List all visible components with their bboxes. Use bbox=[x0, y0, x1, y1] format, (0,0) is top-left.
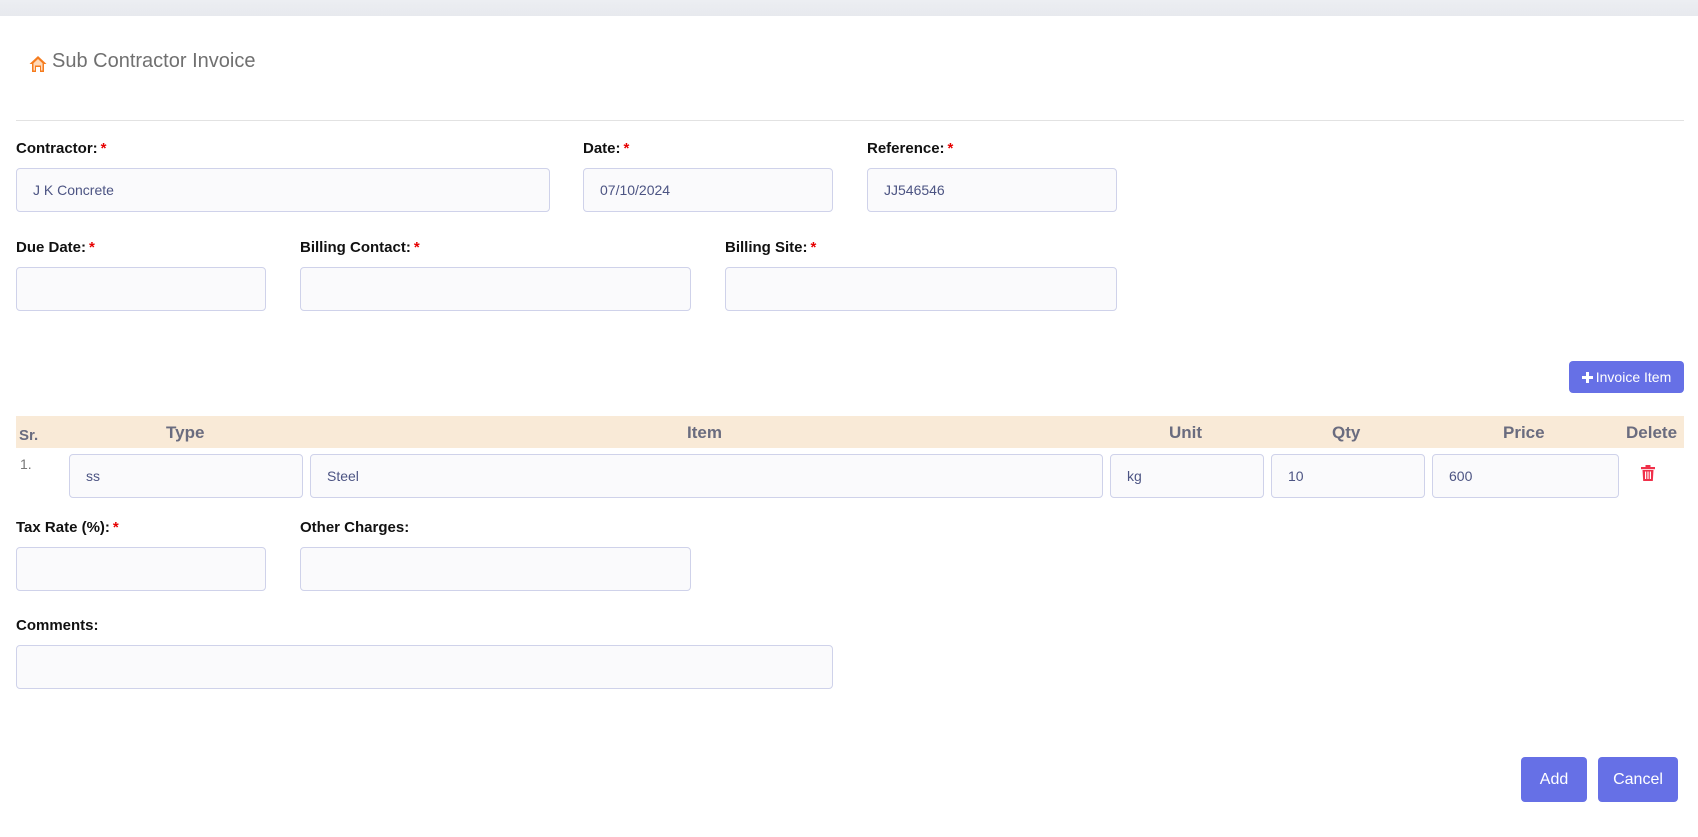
comments-label: Comments: bbox=[16, 617, 99, 634]
date-input[interactable] bbox=[583, 168, 833, 212]
billing-contact-label-text: Billing Contact: bbox=[300, 239, 411, 256]
header-divider bbox=[16, 120, 1684, 121]
tax-rate-label: Tax Rate (%): * bbox=[16, 519, 119, 536]
column-header-type: Type bbox=[166, 423, 205, 442]
row-type-input[interactable] bbox=[69, 454, 303, 498]
required-marker: * bbox=[810, 239, 817, 256]
due-date-label: Due Date: * bbox=[16, 239, 95, 256]
tax-rate-input[interactable] bbox=[16, 547, 266, 591]
row-price-input[interactable] bbox=[1432, 454, 1619, 498]
row-qty-input[interactable] bbox=[1271, 454, 1425, 498]
column-header-sr: Sr. bbox=[19, 427, 39, 444]
comments-input[interactable] bbox=[16, 645, 833, 689]
reference-input[interactable] bbox=[867, 168, 1117, 212]
plus-icon bbox=[1581, 371, 1593, 383]
trash-icon[interactable] bbox=[1641, 465, 1655, 481]
column-header-delete: Delete bbox=[1626, 423, 1678, 442]
add-invoice-item-label: Invoice Item bbox=[1595, 369, 1672, 385]
reference-label-text: Reference: bbox=[867, 140, 945, 157]
row-item-input[interactable] bbox=[310, 454, 1103, 498]
contractor-input[interactable] bbox=[16, 168, 550, 212]
top-bar bbox=[0, 0, 1698, 16]
contractor-label: Contractor: * bbox=[16, 140, 107, 157]
items-table-header: Sr. Type Item Unit Qty Price Delete bbox=[16, 416, 1684, 448]
required-marker: * bbox=[100, 140, 107, 157]
billing-site-input[interactable] bbox=[725, 267, 1117, 311]
page-title: Sub Contractor Invoice bbox=[52, 49, 256, 72]
column-header-price: Price bbox=[1503, 423, 1545, 442]
column-header-unit: Unit bbox=[1169, 423, 1203, 442]
comments-label-text: Comments: bbox=[16, 617, 99, 634]
reference-label: Reference: * bbox=[867, 140, 953, 157]
billing-contact-input[interactable] bbox=[300, 267, 691, 311]
due-date-input[interactable] bbox=[16, 267, 266, 311]
column-header-item: Item bbox=[687, 423, 722, 442]
due-date-label-text: Due Date: bbox=[16, 239, 87, 256]
other-charges-label: Other Charges: bbox=[300, 519, 409, 536]
required-marker: * bbox=[413, 239, 420, 256]
cancel-button[interactable]: Cancel bbox=[1598, 757, 1678, 802]
billing-contact-label: Billing Contact: * bbox=[300, 239, 420, 256]
date-label: Date: * bbox=[583, 140, 629, 157]
home-icon[interactable] bbox=[28, 54, 48, 74]
required-marker: * bbox=[89, 239, 95, 256]
billing-site-label-text: Billing Site: bbox=[725, 239, 808, 256]
row-unit-input[interactable] bbox=[1110, 454, 1264, 498]
invoice-page: Sub Contractor Invoice Contractor:* Date… bbox=[0, 16, 1698, 837]
required-marker: * bbox=[112, 519, 119, 536]
row-sr: 1. bbox=[20, 456, 32, 472]
tax-rate-label-text: Tax Rate (%): bbox=[16, 519, 110, 536]
required-marker: * bbox=[623, 140, 630, 157]
add-invoice-item-button[interactable]: Invoice Item bbox=[1569, 361, 1684, 393]
contractor-label-text: Contractor: bbox=[16, 140, 98, 157]
add-button[interactable]: Add bbox=[1521, 757, 1587, 802]
other-charges-input[interactable] bbox=[300, 547, 691, 591]
other-charges-label-text: Other Charges: bbox=[300, 519, 410, 536]
date-label-text: Date: bbox=[583, 140, 621, 157]
column-header-qty: Qty bbox=[1332, 423, 1361, 442]
page-header: Sub Contractor Invoice bbox=[28, 48, 255, 74]
required-marker: * bbox=[947, 140, 954, 157]
billing-site-label: Billing Site: * bbox=[725, 239, 816, 256]
